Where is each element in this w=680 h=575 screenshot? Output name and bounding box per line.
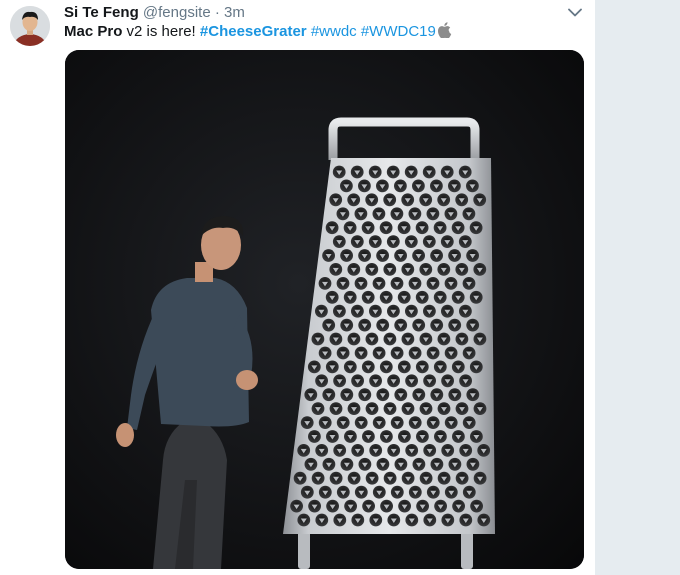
tweet-header: Si Te Feng @fengsite · 3m	[64, 3, 245, 23]
author-handle[interactable]: @fengsite	[143, 4, 211, 21]
separator-dot: ·	[214, 4, 220, 21]
apple-logo-icon	[437, 22, 452, 44]
tweet-text-bold: Mac Pro	[64, 23, 123, 40]
timestamp[interactable]: 3m	[224, 4, 245, 21]
author-name[interactable]: Si Te Feng	[64, 4, 139, 21]
tweet-text: Mac Pro v2 is here! #CheeseGrater #wwdc …	[64, 22, 452, 42]
hashtag-cheesegrater[interactable]: #CheeseGrater	[200, 23, 307, 40]
tower-leg	[461, 528, 473, 569]
avatar[interactable]	[10, 6, 50, 46]
hashtag-wwdc[interactable]: #wwdc	[311, 23, 357, 40]
hashtag-wwdc19[interactable]: #WWDC19	[361, 23, 436, 40]
tweet-photo[interactable]	[65, 50, 584, 569]
tower-leg	[298, 528, 310, 569]
chevron-down-icon[interactable]	[565, 4, 585, 20]
photo-scene	[65, 50, 584, 569]
tweet-card: Si Te Feng @fengsite · 3m Mac Pro v2 is …	[0, 0, 595, 575]
tweet-text-plain: v2 is here!	[122, 23, 200, 40]
